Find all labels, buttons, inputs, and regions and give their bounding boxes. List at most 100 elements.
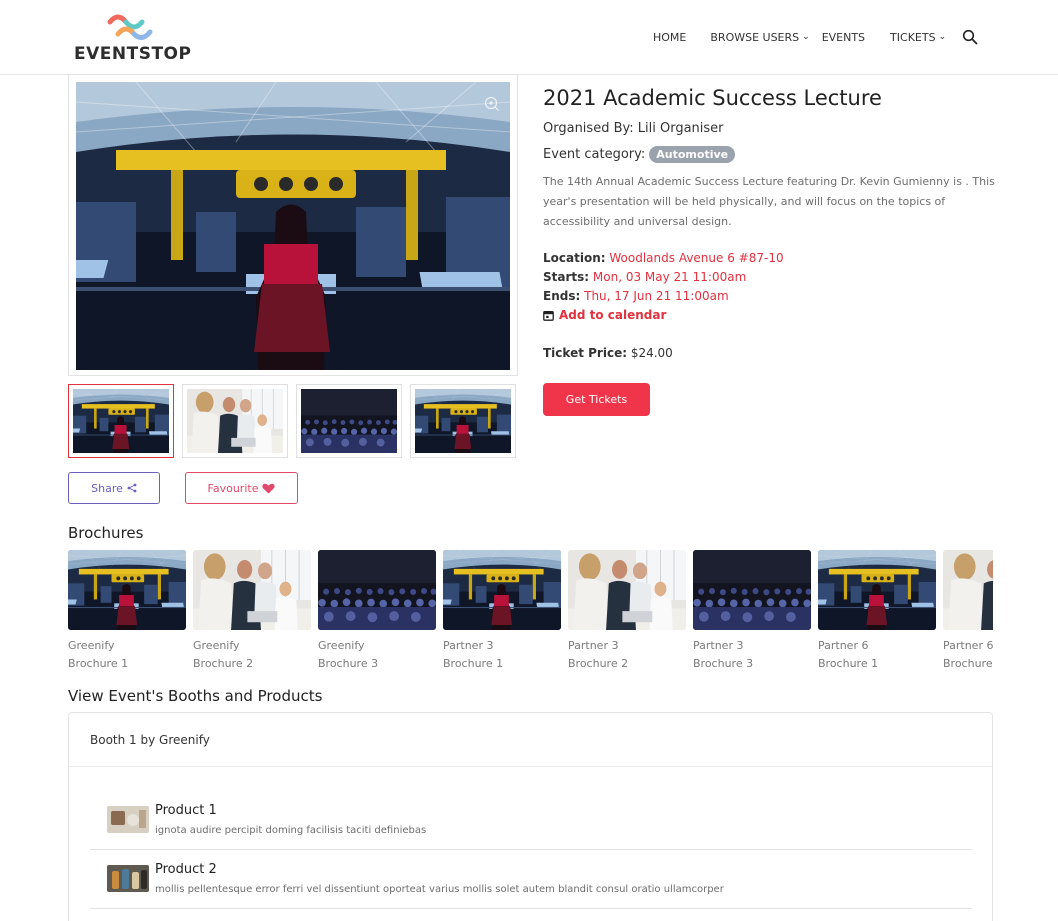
brochure-item[interactable]: Greenify Brochure 3	[318, 550, 436, 673]
add-to-calendar-link[interactable]: Add to calendar	[543, 308, 666, 322]
logo-text: EVENTSTOP	[74, 44, 192, 64]
thumbnail-image	[415, 389, 511, 453]
ends-value: Thu, 17 Jun 21 11:00am	[584, 289, 729, 303]
thumbnail-image	[301, 389, 397, 453]
chevron-down-icon: ⌄	[802, 32, 810, 42]
brochure-owner: Greenify	[193, 639, 240, 652]
brochure-name: Brochure 1	[443, 657, 504, 670]
nav-tickets-label: TICKETS	[890, 30, 936, 44]
brochure-owner: Greenify	[68, 639, 115, 652]
brochure-owner: Greenify	[318, 639, 365, 652]
nav-events-label: EVENTS	[821, 30, 866, 44]
heart-icon	[262, 483, 276, 493]
brochures-heading: Brochures	[68, 524, 144, 542]
nav-home-label: HOME	[653, 30, 687, 44]
category-line: Event category: Automotive	[543, 146, 736, 163]
category-label: Event category:	[543, 147, 646, 162]
favourite-label: Favourite	[207, 481, 259, 495]
main-nav: HOME BROWSE USERS ⌄ EVENTS TICKETS ⌄	[653, 29, 978, 45]
location-value[interactable]: Woodlands Avenue 6 #87-10	[609, 251, 783, 265]
location-line: Location: Woodlands Avenue 6 #87-10	[543, 251, 784, 265]
nav-tickets[interactable]: TICKETS ⌄	[890, 31, 946, 44]
event-photo	[76, 82, 510, 370]
brochure-item[interactable]: Partner 3 Brochure 3	[693, 550, 811, 673]
brochure-item[interactable]: Partner 6 Brochure 1	[818, 550, 936, 673]
add-to-calendar-label: Add to calendar	[559, 308, 667, 322]
product-description: ignota audire percipit doming facilisis …	[155, 825, 427, 836]
favourite-button[interactable]: Favourite	[185, 472, 298, 504]
starts-line: Starts: Mon, 03 May 21 11:00am	[543, 270, 746, 284]
brochure-image	[693, 550, 811, 630]
zoom-icon[interactable]	[484, 96, 500, 112]
brochure-name: Brochure 2	[943, 657, 993, 670]
main-image-frame	[68, 74, 518, 376]
brochure-owner: Partner 3	[568, 639, 619, 652]
booth-card: Booth 1 by Greenify Product 1 ignota aud…	[68, 712, 993, 921]
thumbnail-3[interactable]	[296, 384, 402, 458]
thumbnail-2[interactable]	[182, 384, 288, 458]
brochure-item[interactable]: Partner 3 Brochure 1	[443, 550, 561, 673]
brochure-name: Brochure 2	[568, 657, 629, 670]
get-tickets-button[interactable]: Get Tickets	[543, 383, 650, 416]
thumbnail-image	[187, 389, 283, 453]
brochure-image	[443, 550, 561, 630]
brochure-name: Brochure 1	[818, 657, 879, 670]
brochure-name: Brochure 3	[693, 657, 754, 670]
brochures-carousel: Greenify Brochure 1 Greenify Brochure 2 Gr…	[68, 550, 993, 675]
brochure-owner: Partner 6	[943, 639, 993, 652]
product-item[interactable]: Product 2 mollis pellentesque error ferr…	[90, 850, 972, 909]
brochure-name: Brochure 3	[318, 657, 379, 670]
location-label: Location:	[543, 251, 606, 265]
brochure-item[interactable]: Greenify Brochure 2	[193, 550, 311, 673]
product-description: mollis pellentesque error ferri vel diss…	[155, 884, 724, 895]
share-button[interactable]: Share	[68, 472, 160, 504]
calendar-icon	[543, 310, 554, 321]
thumbnail-1[interactable]	[68, 384, 174, 458]
booth-header[interactable]: Booth 1 by Greenify	[69, 713, 992, 767]
product-image	[107, 865, 149, 892]
brochure-image	[943, 550, 993, 630]
ticket-price-label: Ticket Price:	[543, 346, 627, 360]
brochure-owner: Partner 3	[693, 639, 744, 652]
product-thumbnail	[107, 806, 149, 833]
brochure-image	[818, 550, 936, 630]
booths-heading: View Event's Booths and Products	[68, 687, 323, 705]
product-image	[107, 806, 149, 833]
brochure-owner: Partner 6	[818, 639, 869, 652]
starts-value: Mon, 03 May 21 11:00am	[592, 270, 747, 284]
product-item[interactable]: Product 1 ignota audire percipit doming …	[90, 791, 972, 850]
product-name: Product 1	[155, 803, 217, 818]
nav-home[interactable]: HOME	[653, 31, 686, 44]
booth-name: Booth 1 by Greenify	[90, 732, 210, 747]
main-event-image[interactable]	[76, 82, 510, 370]
search-icon[interactable]	[962, 29, 978, 45]
product-thumbnail	[107, 865, 149, 892]
organiser-name[interactable]: Lili Organiser	[638, 121, 724, 136]
nav-browse-users-label: BROWSE USERS	[710, 30, 800, 44]
starts-label: Starts:	[543, 270, 590, 284]
ends-label: Ends:	[543, 289, 581, 303]
event-description: The 14th Annual Academic Success Lecture…	[543, 175, 995, 228]
organised-label: Organised By:	[543, 121, 634, 136]
brochure-name: Brochure 1	[68, 657, 129, 670]
event-title: 2021 Academic Success Lecture	[543, 86, 882, 110]
brochure-item[interactable]: Partner 6 Brochure 2	[943, 550, 993, 673]
nav-events[interactable]: EVENTS	[822, 31, 865, 44]
nav-browse-users[interactable]: BROWSE USERS ⌄	[710, 31, 809, 44]
ends-line: Ends: Thu, 17 Jun 21 11:00am	[543, 289, 729, 303]
ticket-price-value: $24.00	[630, 346, 673, 360]
site-logo[interactable]: EVENTSTOP	[72, 12, 192, 64]
brochure-image	[318, 550, 436, 630]
thumbnail-4[interactable]	[410, 384, 516, 458]
brochure-owner: Partner 3	[443, 639, 494, 652]
brochure-item[interactable]: Partner 3 Brochure 2	[568, 550, 686, 673]
chevron-down-icon: ⌄	[938, 32, 947, 42]
brochure-image	[68, 550, 186, 630]
product-name: Product 2	[155, 862, 217, 877]
site-header: EVENTSTOP HOME BROWSE USERS ⌄ EVENTS TIC…	[0, 0, 1058, 75]
brochure-item[interactable]: Greenify Brochure 1	[68, 550, 186, 673]
brochure-name: Brochure 2	[193, 657, 254, 670]
brochure-image	[193, 550, 311, 630]
organiser-line: Organised By: Lili Organiser	[543, 121, 724, 136]
thumbnail-image	[73, 389, 169, 453]
